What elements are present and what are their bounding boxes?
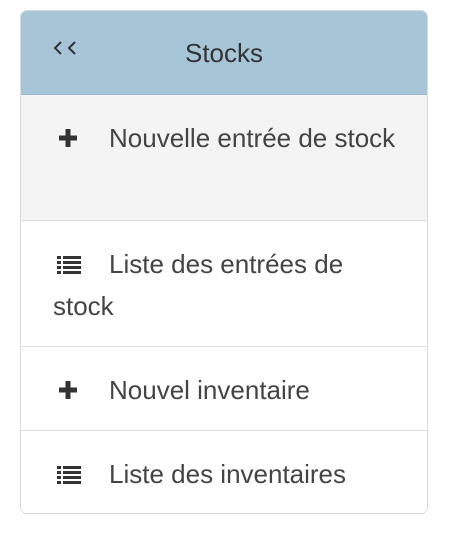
panel-title: Stocks — [184, 38, 264, 68]
stocks-panel: Stocks Nouvelle entrée de stock Liste de — [20, 10, 428, 514]
panel-header: Stocks — [21, 11, 427, 95]
menu-item-label: Liste des entrées de stock — [53, 249, 344, 321]
menu-item-new-inventory[interactable]: Nouvel inventaire — [21, 347, 427, 431]
menu-item-label: Nouvel inventaire — [109, 375, 310, 405]
menu-item-label: Liste des inventaires — [109, 459, 347, 489]
menu-item-label: Nouvelle entrée de stock — [109, 123, 396, 153]
menu-item-stock-entries-list[interactable]: Liste des entrées de stock — [21, 221, 427, 347]
menu-item-inventories-list[interactable]: Liste des inventaires — [21, 431, 427, 513]
menu-item-new-stock-entry[interactable]: Nouvelle entrée de stock — [21, 95, 427, 221]
